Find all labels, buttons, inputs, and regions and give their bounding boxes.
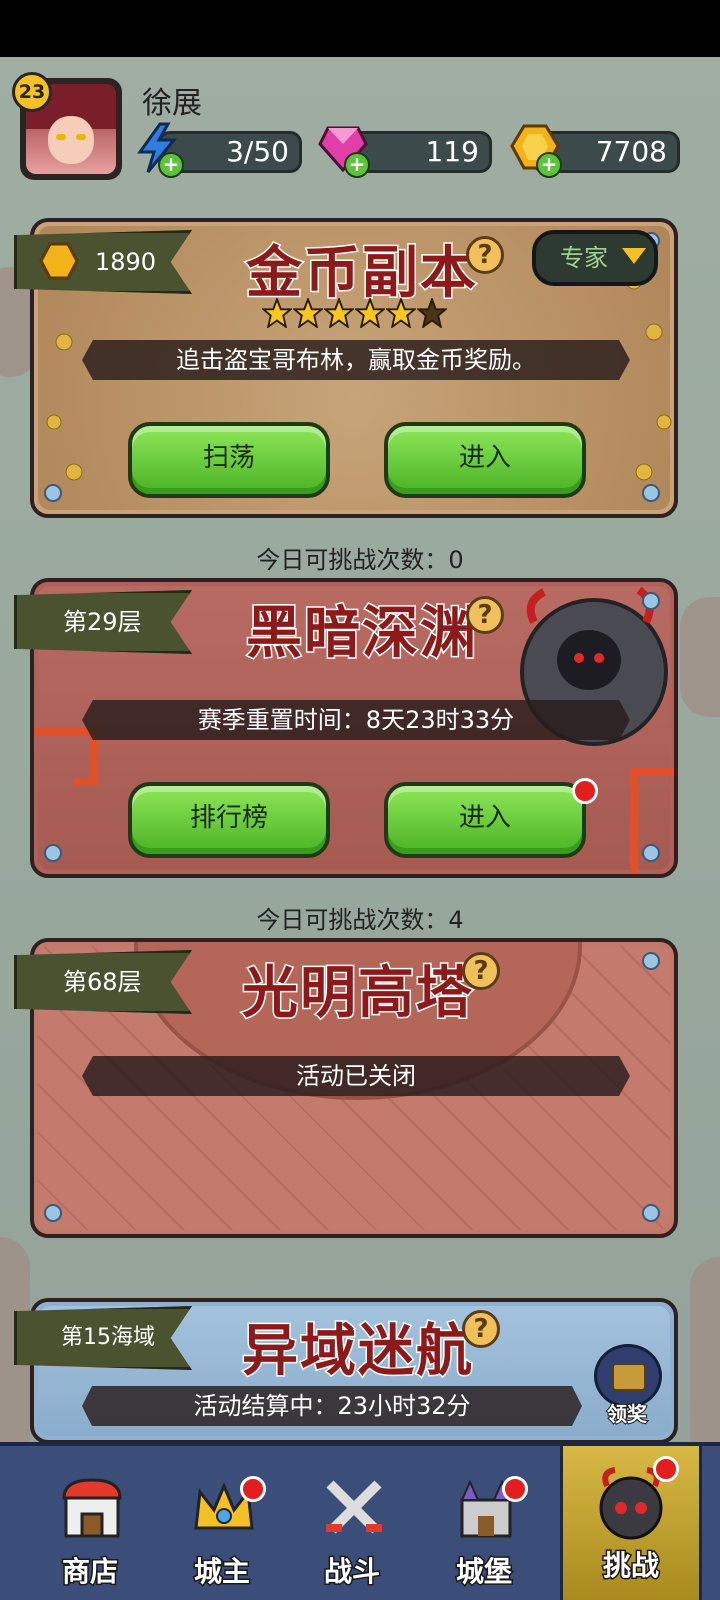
abyss-enter-button[interactable]: 进入: [384, 782, 586, 858]
voyage-help-button[interactable]: ?: [462, 1310, 500, 1348]
star-filled-icon: [260, 296, 294, 329]
reward-chest-button[interactable]: 领奖: [592, 1344, 662, 1427]
gem-add-button[interactable]: +: [344, 152, 370, 178]
gold-add-button[interactable]: +: [536, 152, 562, 178]
challenge-notification-dot: [653, 1456, 679, 1482]
gold-attempts-text: 今日可挑战次数：0: [256, 546, 464, 574]
difficulty-selector[interactable]: 专家: [532, 230, 658, 286]
gold-enter-button[interactable]: 进入: [384, 422, 586, 498]
nav-battle-label: 战斗: [322, 1554, 381, 1590]
energy-icon[interactable]: +: [132, 122, 184, 178]
gold-dungeon-help-button[interactable]: ?: [466, 236, 504, 274]
abyss-attempts-text: 今日可挑战次数：4: [256, 906, 464, 934]
voyage-ribbon: 第15海域: [14, 1306, 192, 1370]
gold-dungeon-reward: 1890: [95, 248, 157, 276]
light-tower-help-button[interactable]: ?: [462, 952, 500, 990]
light-tower-title: 光明高塔: [241, 960, 474, 1028]
star-filled-icon: [291, 296, 325, 329]
star-empty-icon: [415, 296, 449, 329]
reward-label: 领奖: [606, 1401, 648, 1427]
nav-challenge-label: 挑战: [601, 1548, 660, 1584]
nav-challenge[interactable]: 挑战: [560, 1446, 702, 1600]
light-tower-floor: 第68层: [63, 968, 142, 996]
nav-shop[interactable]: 商店: [30, 1446, 150, 1600]
voyage-sea-area: 第15海域: [61, 1325, 155, 1350]
dark-abyss-floor: 第29层: [63, 608, 142, 636]
star-filled-icon: [384, 296, 418, 329]
chevron-down-icon: [622, 248, 646, 264]
gold-dungeon-title: 金币副本: [245, 240, 478, 308]
nav-lord-label: 城主: [192, 1554, 251, 1590]
nav-castle[interactable]: 城堡: [424, 1446, 544, 1600]
dark-abyss-help-button[interactable]: ?: [466, 596, 504, 634]
voyage-title: 异域迷航: [241, 1318, 474, 1386]
player-name: 徐展: [142, 86, 202, 121]
nav-lord[interactable]: 城主: [162, 1446, 282, 1600]
star-rating: [260, 296, 449, 332]
gem-icon[interactable]: +: [318, 122, 370, 178]
status-bar: [0, 0, 720, 57]
sweep-button[interactable]: 扫荡: [128, 422, 330, 498]
gold-coin-icon: [39, 242, 79, 280]
shop-icon: [60, 1476, 124, 1540]
energy-add-button[interactable]: +: [158, 152, 184, 178]
nav-shop-label: 商店: [60, 1554, 119, 1590]
leaderboard-button[interactable]: 排行榜: [128, 782, 330, 858]
gold-coin-icon[interactable]: +: [510, 122, 562, 178]
crossed-swords-icon: [322, 1476, 386, 1540]
dark-abyss-description: 赛季重置时间：8天23时33分: [82, 700, 630, 740]
nav-battle[interactable]: 战斗: [292, 1446, 412, 1600]
gold-value: 7708: [595, 135, 667, 168]
light-tower-ribbon: 第68层: [14, 950, 192, 1014]
castle-notification-dot: [502, 1476, 528, 1502]
player-level-badge: 23: [12, 72, 52, 112]
gem-value: 119: [425, 135, 479, 168]
star-filled-icon: [322, 296, 356, 329]
gold-dungeon-description: 追击盗宝哥布林，赢取金币奖励。: [82, 340, 630, 380]
abyss-notification-dot: [572, 778, 598, 804]
bottom-navigation: 商店 城主 战斗 城堡 挑战: [0, 1442, 720, 1600]
star-filled-icon: [353, 296, 387, 329]
nav-castle-label: 城堡: [454, 1554, 513, 1590]
gold-dungeon-ribbon: 1890: [14, 230, 192, 294]
energy-value: 3/50: [226, 135, 289, 168]
dark-abyss-ribbon: 第29层: [14, 590, 192, 654]
dark-abyss-title: 黑暗深渊: [245, 600, 478, 668]
voyage-status: 活动结算中：23小时32分: [82, 1386, 582, 1426]
difficulty-label: 专家: [560, 244, 608, 272]
light-tower-status: 活动已关闭: [82, 1056, 630, 1096]
lord-notification-dot: [240, 1476, 266, 1502]
